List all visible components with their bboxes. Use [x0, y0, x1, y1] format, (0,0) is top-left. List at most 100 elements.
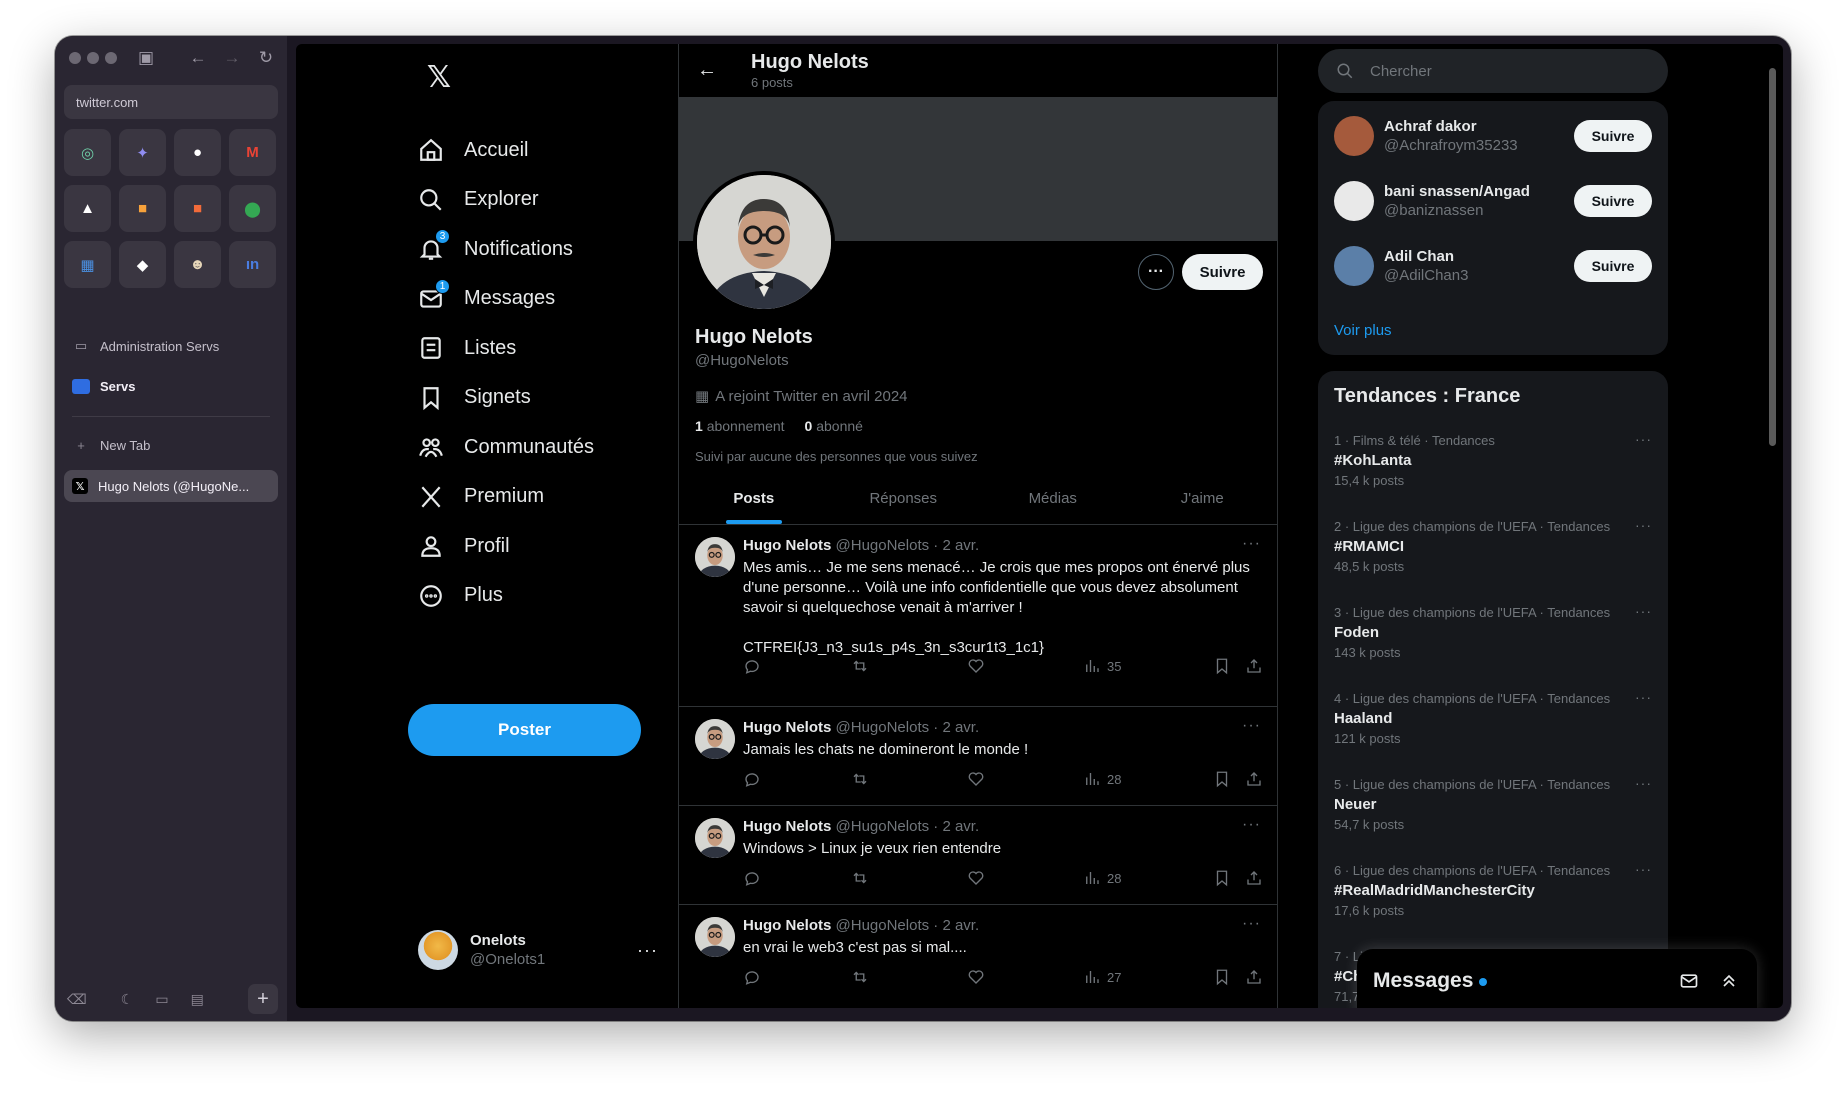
following-link[interactable]: 1 abonnement: [695, 418, 785, 434]
sidebar-item-administration-servs[interactable]: ▭ Administration Servs: [64, 330, 278, 362]
favorite-ln[interactable]: ın: [229, 241, 276, 288]
favorite-gmail[interactable]: M: [229, 129, 276, 176]
nav-item-explorer[interactable]: Explorer: [418, 175, 538, 225]
avatar[interactable]: [1334, 181, 1374, 221]
zoom-window-button[interactable]: [105, 52, 117, 64]
bookmark-button[interactable]: [1213, 869, 1231, 887]
screen-icon[interactable]: ▭: [155, 991, 168, 1008]
trend-item[interactable]: 4 · Ligue des champions de l'UEFA · Tend…: [1334, 689, 1652, 761]
favorite-gemini[interactable]: ✦: [119, 129, 166, 176]
favorite-github[interactable]: ●: [174, 129, 221, 176]
trend-item[interactable]: 1 · Films & télé · Tendances #KohLanta 15,…: [1334, 431, 1652, 503]
share-button[interactable]: [1245, 968, 1263, 986]
bookmark-button[interactable]: [1213, 770, 1231, 788]
tweet[interactable]: Hugo Nelots @HugoNelots · 2 avr. ··· Mes a…: [679, 525, 1277, 707]
tab-posts[interactable]: Posts: [679, 472, 829, 524]
favorite-notes[interactable]: ■: [119, 185, 166, 232]
views-button[interactable]: 27: [1083, 968, 1121, 986]
nav-item-listes[interactable]: Listes: [418, 323, 516, 373]
nav-item-signets[interactable]: Signets: [418, 373, 531, 423]
trend-item[interactable]: 3 · Ligue des champions de l'UEFA · Tend…: [1334, 603, 1652, 675]
more-icon[interactable]: ···: [637, 940, 658, 961]
avatar[interactable]: [695, 917, 735, 957]
nav-item-accueil[interactable]: Accueil: [418, 125, 528, 175]
retweet-button[interactable]: [851, 968, 869, 986]
reply-button[interactable]: [743, 770, 761, 788]
retweet-button[interactable]: [851, 770, 869, 788]
tweet[interactable]: Hugo Nelots @HugoNelots · 2 avr. ··· Windo…: [679, 806, 1277, 905]
share-button[interactable]: [1245, 657, 1263, 675]
expand-icon[interactable]: [1719, 971, 1739, 991]
more-icon[interactable]: ···: [1242, 535, 1261, 553]
like-button[interactable]: [967, 968, 985, 986]
more-icon[interactable]: ···: [1242, 816, 1261, 834]
tab-medias[interactable]: Médias: [978, 472, 1128, 524]
avatar[interactable]: [695, 537, 735, 577]
moon-icon[interactable]: ☾: [121, 991, 134, 1008]
follow-button[interactable]: Suivre: [1574, 250, 1652, 282]
forward-arrow-icon[interactable]: →: [221, 47, 243, 69]
avatar[interactable]: [1334, 246, 1374, 286]
tweet-author[interactable]: Hugo Nelots: [743, 818, 831, 835]
favorite-skull[interactable]: ☻: [174, 241, 221, 288]
favorite-vercel[interactable]: ▲: [64, 185, 111, 232]
new-message-icon[interactable]: [1679, 971, 1699, 991]
search-input[interactable]: Chercher: [1318, 49, 1668, 93]
favorite-chatgpt[interactable]: ◎: [64, 129, 111, 176]
account-switcher[interactable]: Onelots @Onelots1 ···: [408, 924, 658, 976]
more-icon[interactable]: ···: [1242, 717, 1261, 735]
sidebar-item-servs[interactable]: Servs: [64, 370, 278, 402]
add-space-button[interactable]: +: [248, 984, 278, 1014]
who-to-follow-item[interactable]: bani snassen/Angad @baniznassen Suivre: [1334, 177, 1652, 225]
bookmark-button[interactable]: [1213, 657, 1231, 675]
views-button[interactable]: 35: [1083, 657, 1121, 675]
favorite-ai-app[interactable]: ◆: [119, 241, 166, 288]
scrollbar[interactable]: [1769, 68, 1776, 446]
reply-button[interactable]: [743, 968, 761, 986]
like-button[interactable]: [967, 657, 985, 675]
follow-button[interactable]: Suivre: [1574, 185, 1652, 217]
messages-drawer[interactable]: Messages: [1357, 949, 1757, 1008]
nav-item-premium[interactable]: Premium: [418, 472, 544, 522]
favorite-notes-alt[interactable]: ■: [174, 185, 221, 232]
minimize-window-button[interactable]: [87, 52, 99, 64]
reply-button[interactable]: [743, 869, 761, 887]
more-icon[interactable]: ···: [1635, 689, 1652, 705]
avatar[interactable]: [695, 818, 735, 858]
post-button[interactable]: Poster: [408, 704, 641, 756]
more-icon[interactable]: ···: [1635, 603, 1652, 619]
more-icon[interactable]: ···: [1635, 517, 1652, 533]
nav-item-notifications[interactable]: 3 Notifications: [418, 224, 573, 274]
nav-item-plus[interactable]: Plus: [418, 571, 503, 621]
close-window-button[interactable]: [69, 52, 81, 64]
retweet-button[interactable]: [851, 869, 869, 887]
more-icon[interactable]: ···: [1635, 775, 1652, 791]
back-arrow-icon[interactable]: ←: [187, 47, 209, 69]
favorite-calendar[interactable]: ▦: [64, 241, 111, 288]
share-button[interactable]: [1245, 770, 1263, 788]
retweet-button[interactable]: [851, 657, 869, 675]
tweet[interactable]: Hugo Nelots @HugoNelots · 2 avr. ··· en vr…: [679, 905, 1277, 1008]
avatar[interactable]: [1334, 116, 1374, 156]
who-to-follow-item[interactable]: Adil Chan @AdilChan3 Suivre: [1334, 242, 1652, 290]
views-button[interactable]: 28: [1083, 770, 1121, 788]
nav-item-messages[interactable]: 1 Messages: [418, 274, 555, 324]
more-icon[interactable]: ···: [1635, 861, 1652, 877]
see-more-link[interactable]: Voir plus: [1334, 322, 1392, 339]
new-tab-button[interactable]: + New Tab: [64, 429, 278, 461]
library-icon[interactable]: ▤: [191, 991, 204, 1008]
trend-item[interactable]: 5 · Ligue des champions de l'UEFA · Tend…: [1334, 775, 1652, 847]
tweet-author[interactable]: Hugo Nelots: [743, 917, 831, 934]
sidebar-toggle-icon[interactable]: ▣: [135, 47, 157, 69]
tweet[interactable]: Hugo Nelots @HugoNelots · 2 avr. ··· Jamai…: [679, 707, 1277, 806]
trend-item[interactable]: 2 · Ligue des champions de l'UEFA · Tend…: [1334, 517, 1652, 589]
share-button[interactable]: [1245, 869, 1263, 887]
views-button[interactable]: 28: [1083, 869, 1121, 887]
avatar[interactable]: [695, 719, 735, 759]
profile-avatar[interactable]: [693, 171, 835, 313]
more-icon[interactable]: ···: [1635, 431, 1652, 447]
tab-hugo-nelots[interactable]: 𝕏 Hugo Nelots (@HugoNe...: [64, 470, 278, 502]
favorite-maps[interactable]: ⬤: [229, 185, 276, 232]
tweet-author[interactable]: Hugo Nelots: [743, 537, 831, 554]
more-icon[interactable]: ···: [1242, 915, 1261, 933]
